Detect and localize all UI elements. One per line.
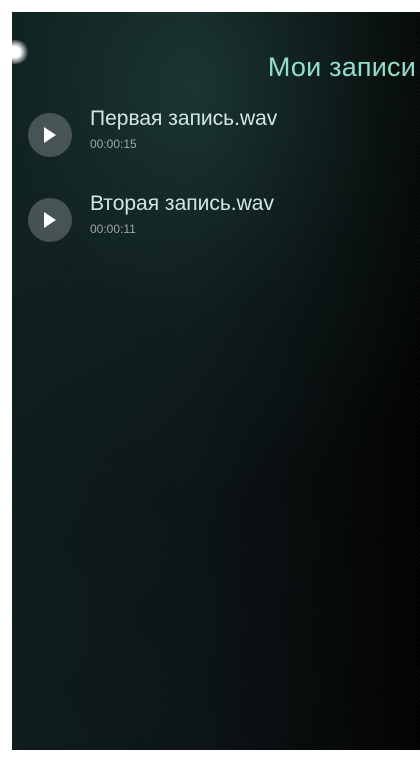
play-icon: [44, 127, 56, 143]
recording-name: Первая запись.wav: [90, 107, 278, 130]
play-icon: [44, 212, 56, 228]
app-screen: Мои записи Первая запись.wav 00:00:15 Вт…: [12, 12, 420, 750]
list-item[interactable]: Вторая запись.wav 00:00:11: [12, 192, 420, 252]
page-title: Мои записи: [267, 52, 416, 82]
list-item[interactable]: Первая запись.wav 00:00:15: [12, 107, 420, 167]
recording-duration: 00:00:11: [90, 222, 136, 236]
recording-duration: 00:00:15: [90, 137, 137, 151]
pulley-menu-indicator-icon[interactable]: [12, 40, 30, 64]
play-button[interactable]: [28, 113, 72, 157]
recording-name: Вторая запись.wav: [90, 192, 274, 215]
play-button[interactable]: [28, 198, 72, 242]
